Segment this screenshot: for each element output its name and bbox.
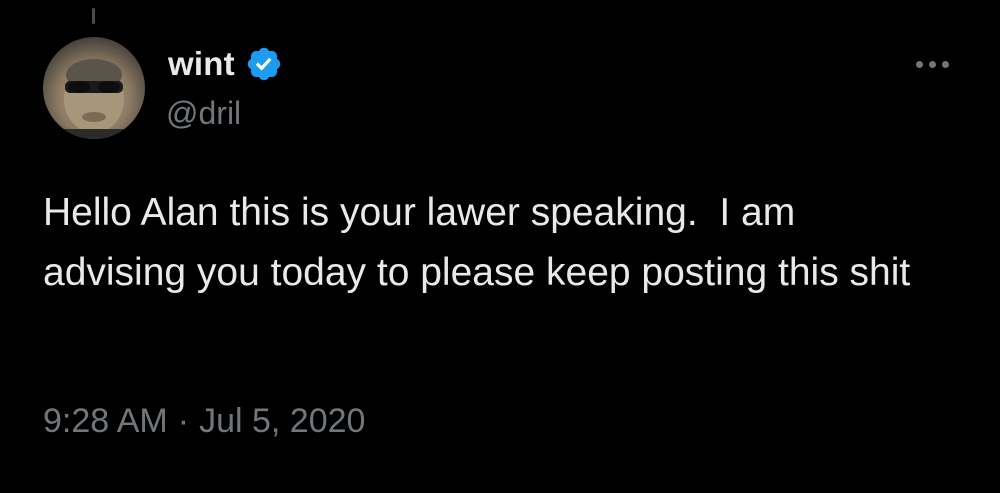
more-dot <box>915 60 923 68</box>
more-options-icon[interactable] <box>908 48 956 80</box>
tweet-text: Hello Alan this is your lawer speaking. … <box>43 191 911 294</box>
verified-badge-icon <box>247 47 281 81</box>
meta-separator: · <box>177 402 190 440</box>
author-display-name[interactable]: wint <box>168 45 235 83</box>
author-handle[interactable]: @dril <box>166 95 241 132</box>
tweet-date[interactable]: Jul 5, 2020 <box>199 402 365 441</box>
author-name-row[interactable]: wint <box>168 42 283 86</box>
more-dot <box>941 60 949 68</box>
tweet-timestamp[interactable]: 9:28 AM · Jul 5, 2020 <box>43 402 365 441</box>
tweet-time[interactable]: 9:28 AM <box>43 402 168 441</box>
avatar-image <box>43 59 145 139</box>
avatar[interactable] <box>43 37 145 139</box>
thread-connector-line <box>92 8 95 24</box>
more-dot <box>928 60 936 68</box>
